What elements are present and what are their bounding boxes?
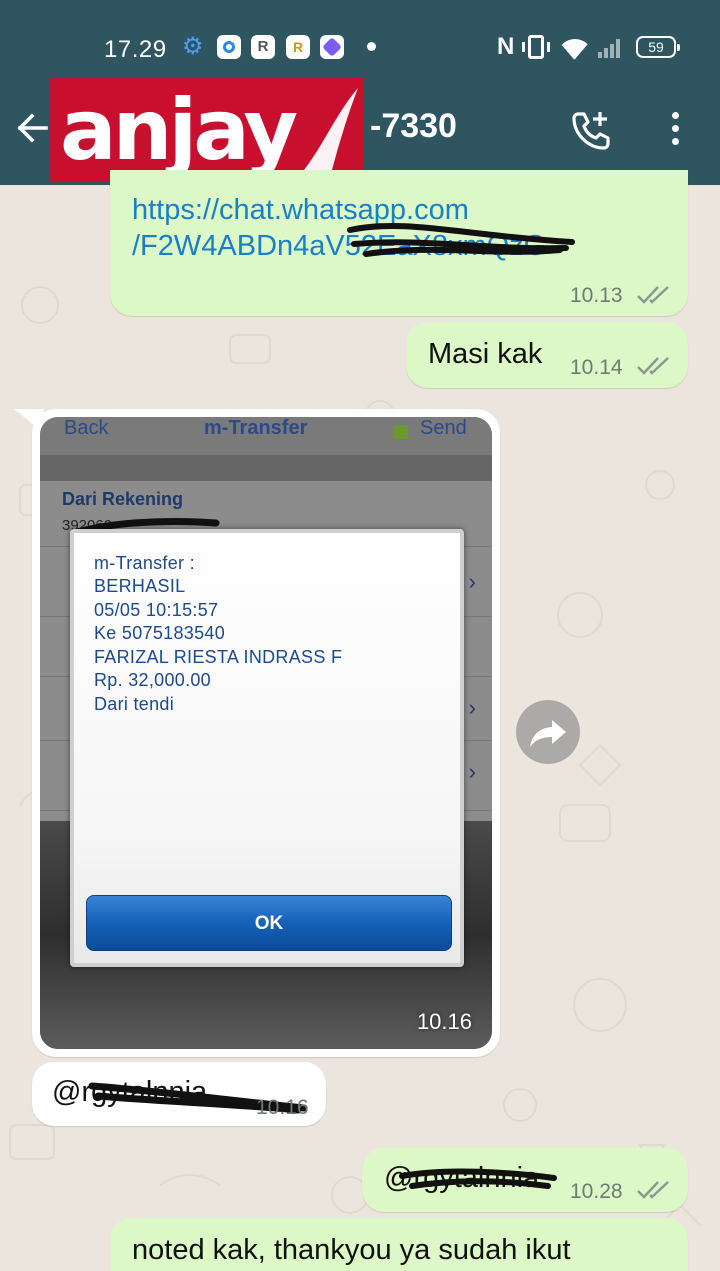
dialog-line: m-Transfer : <box>94 553 195 573</box>
more-notifications-dot-icon <box>367 42 376 51</box>
message-time: 10.14 <box>570 356 623 379</box>
dialog-line: Dari tendi <box>94 694 175 714</box>
wifi-icon <box>561 39 588 60</box>
chevron-right-icon: › <box>468 569 476 594</box>
double-check-icon <box>637 286 669 304</box>
double-check-icon <box>637 357 669 375</box>
screenshot-divider-bar <box>40 455 492 481</box>
message-bubble-image[interactable]: Back m-Transfer Send Dari Rekening 39206… <box>32 409 500 1057</box>
forward-icon <box>530 720 566 747</box>
settings-gear-icon: ⚙ <box>182 33 204 60</box>
form-label: Dari Rekening <box>62 489 184 509</box>
message-bubble-outgoing[interactable]: https://chat.whatsapp.com /F2W4ABDn4aV52… <box>110 170 688 316</box>
battery-icon: 59 <box>636 36 680 58</box>
vibrate-icon <box>522 35 550 59</box>
screenshot-title: m-Transfer <box>204 417 308 439</box>
more-vert-icon[interactable] <box>668 112 682 152</box>
add-call-icon[interactable] <box>570 108 614 152</box>
message-time: 10.13 <box>570 284 623 307</box>
signal-icon <box>598 38 624 58</box>
message-time: 10.16 <box>416 1009 472 1034</box>
app-notification-icon <box>217 35 241 59</box>
double-check-icon <box>637 1181 669 1199</box>
dialog-line: BERHASIL <box>94 576 186 596</box>
message-time: 10.16 <box>256 1096 309 1119</box>
contact-name[interactable]: -7330 <box>370 107 457 146</box>
app-notification-icon: R <box>251 35 275 59</box>
dialog-line: Ke 5075183540 <box>94 623 226 643</box>
arrow-left-icon[interactable] <box>12 108 52 148</box>
logo-swoosh <box>304 88 358 170</box>
logo-text: anjay <box>60 81 298 179</box>
message-time: 10.28 <box>570 1180 623 1203</box>
message-text: noted kak, thankyou ya sudah ikut <box>132 1234 571 1266</box>
message-text: Masi kak <box>428 338 543 370</box>
transfer-success-dialog: m-Transfer : BERHASIL 05/05 10:15:57 Ke … <box>70 529 464 967</box>
redaction-scribble <box>399 1168 557 1189</box>
dialog-ok-button: OK <box>86 895 452 951</box>
message-bubble-incoming[interactable]: @rgytalnnia 10.16 <box>32 1062 326 1126</box>
chevron-right-icon: › <box>468 759 476 784</box>
screenshot-back-label: Back <box>64 417 109 439</box>
status-time: 17.29 <box>104 36 167 63</box>
app-notification-icon <box>320 35 344 59</box>
chevron-right-icon: › <box>468 695 476 720</box>
transfer-receipt-image[interactable]: Back m-Transfer Send Dari Rekening 39206… <box>40 417 492 1049</box>
redaction-scribble <box>347 222 575 257</box>
dialog-line: 05/05 10:15:57 <box>94 600 219 620</box>
screenshot-send-label: Send <box>420 417 467 439</box>
dialog-line: FARIZAL RIESTA INDRASS F <box>94 647 343 667</box>
screenshot-send-icon <box>394 425 408 439</box>
message-bubble-outgoing[interactable]: @rgytalnnia 10.28 <box>362 1148 688 1212</box>
forward-button[interactable] <box>516 700 580 764</box>
screenshot-header: Back m-Transfer Send <box>40 417 492 455</box>
app-notification-icon: R <box>286 35 310 59</box>
message-bubble-outgoing[interactable]: Masi kak 10.14 <box>406 322 688 388</box>
nfc-icon: N <box>497 33 515 60</box>
dialog-line: Rp. 32,000.00 <box>94 670 211 690</box>
message-bubble-outgoing[interactable]: noted kak, thankyou ya sudah ikut <box>110 1218 688 1271</box>
